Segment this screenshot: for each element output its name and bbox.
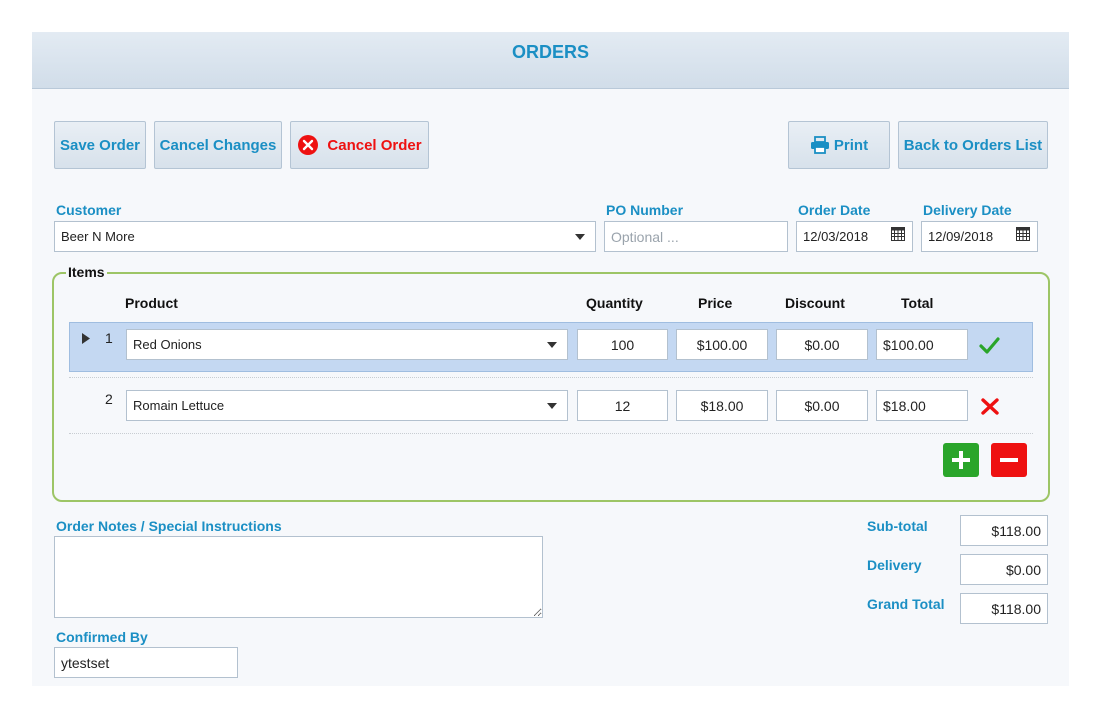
customer-select[interactable]: Beer N More bbox=[54, 221, 596, 252]
cancel-order-button[interactable]: Cancel Order bbox=[290, 121, 429, 169]
discount-input[interactable]: $0.00 bbox=[776, 329, 868, 360]
minus-icon bbox=[1000, 458, 1018, 462]
add-row-button[interactable] bbox=[943, 443, 979, 477]
confirmed-by-label: Confirmed By bbox=[56, 629, 148, 645]
grand-total-label: Grand Total bbox=[867, 596, 945, 612]
delivery-date-value: 12/09/2018 bbox=[928, 229, 994, 244]
po-number-input[interactable]: Optional ... bbox=[604, 221, 788, 252]
column-total: Total bbox=[901, 295, 934, 311]
product-value: Red Onions bbox=[133, 337, 202, 352]
delete-icon[interactable] bbox=[981, 398, 999, 415]
items-legend: Items bbox=[66, 264, 107, 280]
column-discount: Discount bbox=[785, 295, 845, 311]
order-date-input[interactable]: 12/03/2018 bbox=[796, 221, 913, 252]
chevron-down-icon bbox=[575, 233, 585, 240]
column-product: Product bbox=[125, 295, 178, 311]
customer-value: Beer N More bbox=[61, 229, 135, 244]
product-select[interactable]: Red Onions bbox=[126, 329, 568, 360]
plus-icon bbox=[952, 451, 970, 469]
check-icon[interactable] bbox=[979, 337, 1000, 354]
delivery-fee-input[interactable]: $0.00 bbox=[960, 554, 1048, 585]
po-number-label: PO Number bbox=[606, 202, 684, 218]
total-field: $18.00 bbox=[876, 390, 968, 421]
print-button[interactable]: Print bbox=[788, 121, 890, 169]
chevron-down-icon bbox=[547, 402, 557, 409]
chevron-down-icon bbox=[547, 341, 557, 348]
product-select[interactable]: Romain Lettuce bbox=[126, 390, 568, 421]
page-title: ORDERS bbox=[511, 42, 589, 62]
calendar-icon[interactable] bbox=[891, 227, 905, 241]
product-value: Romain Lettuce bbox=[133, 398, 225, 413]
cancel-circle-icon bbox=[298, 135, 319, 155]
quantity-input[interactable]: 100 bbox=[577, 329, 668, 360]
customer-label: Customer bbox=[56, 202, 122, 218]
price-input[interactable]: $100.00 bbox=[676, 329, 768, 360]
print-label: Print bbox=[833, 136, 869, 154]
price-input[interactable]: $18.00 bbox=[676, 390, 768, 421]
total-field: $100.00 bbox=[876, 329, 968, 360]
back-to-orders-button[interactable]: Back to Orders List bbox=[898, 121, 1048, 169]
calendar-icon[interactable] bbox=[1016, 227, 1030, 241]
subtotal-field: $118.00 bbox=[960, 515, 1048, 546]
orders-panel: ORDERS Save Order Cancel Changes Cancel … bbox=[32, 32, 1069, 686]
row-divider bbox=[69, 433, 1033, 434]
cancel-order-label: Cancel Order bbox=[327, 136, 422, 154]
row-divider bbox=[69, 377, 1033, 378]
row-selected-arrow-icon bbox=[82, 333, 90, 344]
printer-icon bbox=[810, 136, 829, 154]
order-notes-label: Order Notes / Special Instructions bbox=[56, 518, 282, 534]
delivery-date-label: Delivery Date bbox=[923, 202, 1012, 218]
row-number: 1 bbox=[105, 330, 113, 346]
order-date-label: Order Date bbox=[798, 202, 871, 218]
discount-input[interactable]: $0.00 bbox=[776, 390, 868, 421]
save-order-button[interactable]: Save Order bbox=[54, 121, 146, 169]
order-notes-textarea[interactable] bbox=[54, 536, 543, 618]
delivery-label: Delivery bbox=[867, 557, 922, 573]
column-price: Price bbox=[698, 295, 733, 311]
column-quantity: Quantity bbox=[586, 295, 643, 311]
row-number: 2 bbox=[105, 391, 113, 407]
confirmed-by-input[interactable]: ytestset bbox=[54, 647, 238, 678]
order-date-value: 12/03/2018 bbox=[803, 229, 869, 244]
grand-total-field: $118.00 bbox=[960, 593, 1048, 624]
cancel-changes-button[interactable]: Cancel Changes bbox=[154, 121, 282, 169]
remove-row-button[interactable] bbox=[991, 443, 1027, 477]
delivery-date-input[interactable]: 12/09/2018 bbox=[921, 221, 1038, 252]
subtotal-label: Sub-total bbox=[867, 518, 928, 534]
quantity-input[interactable]: 12 bbox=[577, 390, 668, 421]
title-bar: ORDERS bbox=[32, 32, 1069, 89]
